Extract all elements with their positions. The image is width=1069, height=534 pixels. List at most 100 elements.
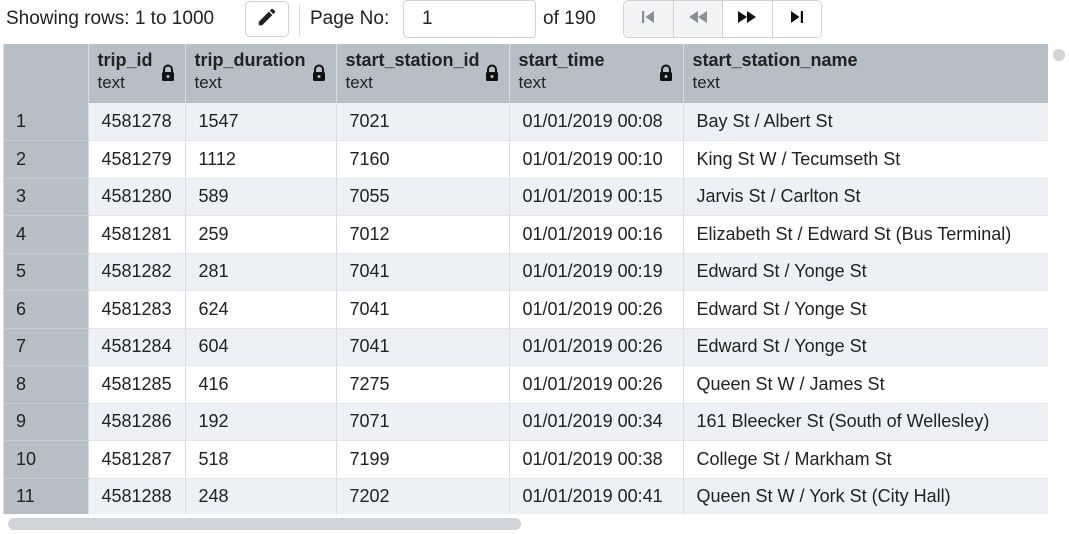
- trip-duration-cell[interactable]: 604: [185, 328, 337, 366]
- trip-duration-cell[interactable]: 1112: [185, 140, 337, 179]
- edit-rows-button[interactable]: [245, 1, 289, 37]
- table-row[interactable]: 8 4581285 416 7275 01/01/2019 00:26 Queen St …: [4, 365, 1048, 404]
- start-station-name-cell[interactable]: Jarvis St / Carlton St: [683, 178, 1048, 216]
- header-row: trip_id text trip_duration text start_st…: [4, 44, 1048, 103]
- row-number-cell[interactable]: 2: [4, 140, 89, 179]
- start-station-name-cell[interactable]: Bay St / Albert St: [683, 103, 1048, 141]
- start-time-cell[interactable]: 01/01/2019 00:10: [509, 140, 684, 179]
- table-row[interactable]: 1 4581278 1547 7021 01/01/2019 00:08 Bay St /…: [4, 103, 1048, 141]
- trip-id-cell[interactable]: 4581282: [88, 253, 186, 291]
- start-time-cell[interactable]: 01/01/2019 00:26: [509, 290, 684, 329]
- trip-duration-cell[interactable]: 1547: [185, 103, 337, 141]
- row-number-cell[interactable]: 3: [4, 178, 89, 216]
- trip-id-cell[interactable]: 4581279: [88, 140, 186, 179]
- table-row[interactable]: 10 4581287 518 7199 01/01/2019 00:38 College …: [4, 440, 1048, 479]
- trip-duration-cell[interactable]: 248: [185, 478, 337, 514]
- start-station-name-cell[interactable]: Edward St / Yonge St: [683, 290, 1048, 329]
- trip-id-cell[interactable]: 4581285: [88, 365, 186, 404]
- first-page-button[interactable]: [624, 1, 674, 37]
- start-time-cell[interactable]: 01/01/2019 00:15: [509, 178, 684, 216]
- trip-id-cell[interactable]: 4581287: [88, 440, 186, 479]
- table-row[interactable]: 7 4581284 604 7041 01/01/2019 00:26 Edward St…: [4, 328, 1048, 366]
- table-row[interactable]: 3 4581280 589 7055 01/01/2019 00:15 Jarvis St…: [4, 178, 1048, 216]
- start-station-name-cell[interactable]: Edward St / Yonge St: [683, 253, 1048, 291]
- column-header-start-station-id[interactable]: start_station_id text: [336, 44, 510, 103]
- trip-duration-cell[interactable]: 259: [185, 215, 337, 254]
- trip-id-cell[interactable]: 4581288: [88, 478, 186, 514]
- start-station-id-cell[interactable]: 7055: [336, 178, 510, 216]
- column-header-start-time[interactable]: start_time text: [509, 44, 684, 103]
- table-row[interactable]: 5 4581282 281 7041 01/01/2019 00:19 Edward St…: [4, 253, 1048, 291]
- row-number-cell[interactable]: 10: [4, 440, 89, 479]
- table-row[interactable]: 6 4581283 624 7041 01/01/2019 00:26 Edward St…: [4, 290, 1048, 329]
- start-time-cell[interactable]: 01/01/2019 00:38: [509, 440, 684, 479]
- next-page-button[interactable]: [723, 1, 773, 37]
- start-station-id-cell[interactable]: 7021: [336, 103, 510, 141]
- trip-id-cell[interactable]: 4581286: [88, 403, 186, 441]
- start-station-id-cell[interactable]: 7160: [336, 140, 510, 179]
- start-time-cell[interactable]: 01/01/2019 00:34: [509, 403, 684, 441]
- start-station-name-cell[interactable]: Queen St W / James St: [683, 365, 1048, 404]
- trip-duration-cell[interactable]: 589: [185, 178, 337, 216]
- row-number-cell[interactable]: 6: [4, 290, 89, 329]
- page-number-input[interactable]: [403, 0, 536, 38]
- start-station-name-cell[interactable]: College St / Markham St: [683, 440, 1048, 479]
- row-number-cell[interactable]: 4: [4, 215, 89, 254]
- previous-page-button[interactable]: [673, 1, 723, 37]
- trip-id-cell[interactable]: 4581280: [88, 178, 186, 216]
- start-station-id-cell[interactable]: 7041: [336, 253, 510, 291]
- lock-icon: [312, 64, 326, 87]
- start-station-name-cell[interactable]: Queen St W / York St (City Hall): [683, 478, 1048, 514]
- trip-id-cell[interactable]: 4581281: [88, 215, 186, 254]
- table-row[interactable]: 2 4581279 1112 7160 01/01/2019 00:10 King St …: [4, 140, 1048, 179]
- data-grid: trip_id text trip_duration text start_st…: [3, 44, 1048, 514]
- start-station-id-cell[interactable]: 7041: [336, 290, 510, 329]
- last-page-button[interactable]: [772, 1, 821, 37]
- table-row[interactable]: 4 4581281 259 7012 01/01/2019 00:16 Elizabeth…: [4, 215, 1048, 254]
- start-station-id-cell[interactable]: 7012: [336, 215, 510, 254]
- start-time-cell[interactable]: 01/01/2019 00:41: [509, 478, 684, 514]
- last-page-icon: [788, 8, 806, 31]
- pagination-toolbar: Showing rows: 1 to 1000 Page No: of 190: [0, 0, 1069, 40]
- start-time-cell[interactable]: 01/01/2019 00:26: [509, 365, 684, 404]
- row-number-cell[interactable]: 11: [4, 478, 89, 514]
- row-number-cell[interactable]: 5: [4, 253, 89, 291]
- row-number-cell[interactable]: 7: [4, 328, 89, 366]
- start-station-name-cell[interactable]: King St W / Tecumseth St: [683, 140, 1048, 179]
- trip-id-cell[interactable]: 4581284: [88, 328, 186, 366]
- start-time-cell[interactable]: 01/01/2019 00:26: [509, 328, 684, 366]
- trip-duration-cell[interactable]: 518: [185, 440, 337, 479]
- row-number-cell[interactable]: 1: [4, 103, 89, 141]
- results-table: trip_id text trip_duration text start_st…: [4, 44, 1048, 514]
- row-number-cell[interactable]: 8: [4, 365, 89, 404]
- table-row[interactable]: 9 4581286 192 7071 01/01/2019 00:34 161 Bleec…: [4, 403, 1048, 441]
- column-header-trip-duration[interactable]: trip_duration text: [185, 44, 337, 103]
- column-header-start-station-name[interactable]: start_station_name text: [683, 44, 1048, 103]
- start-station-name-cell[interactable]: Edward St / Yonge St: [683, 328, 1048, 366]
- trip-duration-cell[interactable]: 624: [185, 290, 337, 329]
- horizontal-scrollbar[interactable]: [8, 518, 521, 530]
- trip-duration-cell[interactable]: 192: [185, 403, 337, 441]
- table-row[interactable]: 11 4581288 248 7202 01/01/2019 00:41 Queen St…: [4, 478, 1048, 514]
- trip-id-cell[interactable]: 4581278: [88, 103, 186, 141]
- vertical-scrollbar[interactable]: [1053, 49, 1065, 61]
- row-number-header[interactable]: [4, 44, 89, 103]
- start-station-id-cell[interactable]: 7275: [336, 365, 510, 404]
- column-type: text: [692, 73, 720, 92]
- trip-duration-cell[interactable]: 281: [185, 253, 337, 291]
- start-station-id-cell[interactable]: 7071: [336, 403, 510, 441]
- trip-duration-cell[interactable]: 416: [185, 365, 337, 404]
- column-header-trip-id[interactable]: trip_id text: [88, 44, 186, 103]
- start-station-id-cell[interactable]: 7199: [336, 440, 510, 479]
- start-station-name-cell[interactable]: 161 Bleecker St (South of Wellesley): [683, 403, 1048, 441]
- trip-id-cell[interactable]: 4581283: [88, 290, 186, 329]
- start-time-cell[interactable]: 01/01/2019 00:19: [509, 253, 684, 291]
- start-time-cell[interactable]: 01/01/2019 00:08: [509, 103, 684, 141]
- start-station-name-cell[interactable]: Elizabeth St / Edward St (Bus Terminal): [683, 215, 1048, 254]
- page-navigation: [623, 0, 822, 38]
- row-number-cell[interactable]: 9: [4, 403, 89, 441]
- table-body: 1 4581278 1547 7021 01/01/2019 00:08 Bay St /…: [4, 103, 1048, 514]
- start-time-cell[interactable]: 01/01/2019 00:16: [509, 215, 684, 254]
- start-station-id-cell[interactable]: 7202: [336, 478, 510, 514]
- start-station-id-cell[interactable]: 7041: [336, 328, 510, 366]
